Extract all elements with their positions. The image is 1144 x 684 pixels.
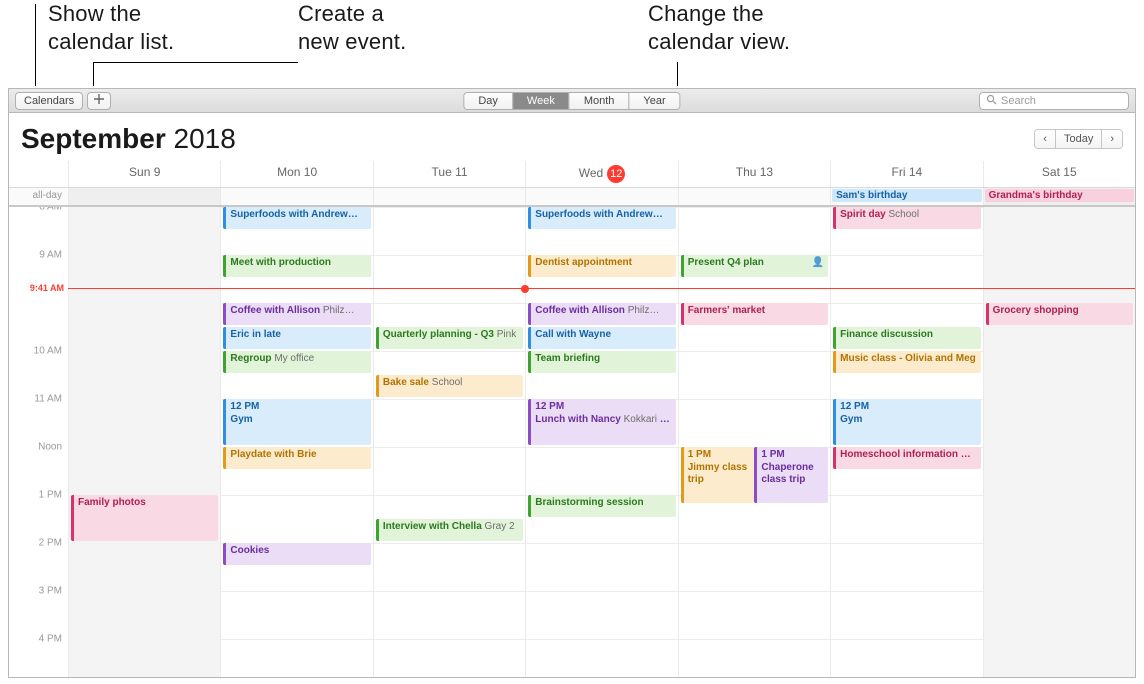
hour-label: 1 PM [39, 490, 62, 501]
hour-label: 8 AM [39, 207, 62, 213]
next-week-button[interactable]: › [1101, 130, 1122, 148]
allday-event[interactable]: Sam's birthday [832, 189, 981, 202]
callouts: Show the calendar list. Create a new eve… [0, 0, 1144, 88]
event[interactable]: Present Q4 plan👤 [681, 255, 828, 277]
hour-label: 9 AM [39, 250, 62, 261]
today-badge: 12 [607, 165, 625, 183]
view-year-button[interactable]: Year [628, 93, 679, 109]
event[interactable]: Bake sale School [376, 375, 523, 397]
event[interactable]: Coffee with Allison Philz… [223, 303, 370, 325]
date-nav-group: ‹ Today › [1034, 129, 1123, 149]
allday-row: all-day Sam's birthday Grandma's birthday [9, 188, 1135, 207]
event[interactable]: Team briefing [528, 351, 675, 373]
event[interactable]: Regroup My office [223, 351, 370, 373]
page-title: September 2018 [21, 123, 236, 155]
day-column[interactable]: Present Q4 plan👤 Farmers' market 1 PMJimmy… [678, 207, 830, 677]
today-button[interactable]: Today [1055, 130, 1101, 148]
event[interactable]: Spirit day School [833, 207, 980, 229]
day-header: Sun 9 [68, 161, 220, 187]
event[interactable]: 1 PMChaperone class trip [754, 447, 828, 503]
callout-view: Change the calendar view. [648, 0, 790, 55]
hour-label: 3 PM [39, 586, 62, 597]
search-field[interactable]: Search [979, 92, 1129, 110]
view-month-button[interactable]: Month [569, 93, 629, 109]
event[interactable]: Playdate with Brie [223, 447, 370, 469]
event[interactable]: Superfoods with Andrew… [528, 207, 675, 229]
allday-cell[interactable]: Grandma's birthday [983, 188, 1135, 205]
search-placeholder: Search [1001, 95, 1036, 107]
calendars-button[interactable]: Calendars [15, 92, 83, 110]
view-segmented-control: Day Week Month Year [463, 92, 680, 110]
allday-label: all-day [9, 188, 68, 205]
event[interactable]: 12 PMLunch with Nancy Kokkari Estiatorio… [528, 399, 675, 445]
event[interactable]: Interview with Chella Gray 2 [376, 519, 523, 541]
event[interactable]: Dentist appointment [528, 255, 675, 277]
day-header: Fri 14 [830, 161, 982, 187]
event[interactable]: Eric in late [223, 327, 370, 349]
toolbar: Calendars Day Week Month Year Search [9, 89, 1135, 113]
prev-week-button[interactable]: ‹ [1035, 130, 1055, 148]
hour-label: Noon [38, 442, 62, 453]
allday-cell[interactable] [678, 188, 830, 205]
event[interactable]: Meet with production [223, 255, 370, 277]
allday-cell[interactable] [525, 188, 677, 205]
now-time-label: 9:41 AM [9, 283, 64, 293]
event[interactable]: Call with Wayne [528, 327, 675, 349]
callout-calendars: Show the calendar list. [48, 0, 174, 55]
allday-cell[interactable]: Sam's birthday [830, 188, 982, 205]
day-header: Thu 13 [678, 161, 830, 187]
event[interactable]: Brainstorming session [528, 495, 675, 517]
plus-icon [94, 94, 104, 107]
allday-cell[interactable] [373, 188, 525, 205]
event[interactable]: Farmers' market [681, 303, 828, 325]
event[interactable]: Superfoods with Andrew… [223, 207, 370, 229]
day-columns: Family photos Superfoods with Andrew… Meet… [68, 207, 1135, 677]
allday-event[interactable]: Grandma's birthday [985, 189, 1134, 202]
day-header: Tue 11 [373, 161, 525, 187]
event[interactable]: Coffee with Allison Philz… [528, 303, 675, 325]
attendee-icon: 👤 [812, 257, 824, 270]
view-day-button[interactable]: Day [464, 93, 512, 109]
day-header: Mon 10 [220, 161, 372, 187]
allday-cell[interactable] [68, 188, 220, 205]
week-grid[interactable]: 8 AM9 AM10 AM11 AMNoon1 PM2 PM3 PM4 PM5 … [9, 207, 1135, 677]
event[interactable]: Family photos [71, 495, 218, 541]
hour-label: 10 AM [34, 346, 62, 357]
event[interactable]: Grocery shopping [986, 303, 1133, 325]
day-column[interactable]: Family photos [68, 207, 220, 677]
view-week-button[interactable]: Week [512, 93, 569, 109]
event[interactable]: 12 PMGym [833, 399, 980, 445]
day-header: Wed12 [525, 161, 677, 187]
event[interactable]: Homeschool information day [833, 447, 980, 469]
now-indicator [68, 288, 1135, 289]
hour-label: 11 AM [34, 394, 62, 405]
add-event-button[interactable] [87, 92, 111, 110]
calendar-window: Calendars Day Week Month Year Search Sep… [8, 88, 1136, 678]
hour-label: 2 PM [39, 538, 62, 549]
hour-label: 4 PM [39, 634, 62, 645]
day-column[interactable]: Superfoods with Andrew… Meet with product… [220, 207, 372, 677]
day-header: Sat 15 [983, 161, 1135, 187]
allday-cell[interactable] [220, 188, 372, 205]
day-column[interactable]: Quarterly planning - Q3 Pink Bake sale Sc… [373, 207, 525, 677]
day-header-row: Sun 9Mon 10Tue 11Wed12Thu 13Fri 14Sat 15 [9, 161, 1135, 188]
event[interactable]: Cookies [223, 543, 370, 565]
calendar-header: September 2018 ‹ Today › [9, 113, 1135, 161]
event[interactable]: 12 PMGym [223, 399, 370, 445]
event[interactable]: 1 PMJimmy class trip [681, 447, 755, 503]
callout-add: Create a new event. [298, 0, 406, 55]
day-column[interactable]: Spirit day School Finance discussionMusic… [830, 207, 982, 677]
day-column[interactable]: Superfoods with Andrew… Dentist appointme… [525, 207, 677, 677]
day-column[interactable]: Grocery shopping [983, 207, 1135, 677]
event[interactable]: Music class - Olivia and Meg [833, 351, 980, 373]
event[interactable]: Quarterly planning - Q3 Pink [376, 327, 523, 349]
search-icon [986, 94, 1001, 108]
event[interactable]: Finance discussion [833, 327, 980, 349]
